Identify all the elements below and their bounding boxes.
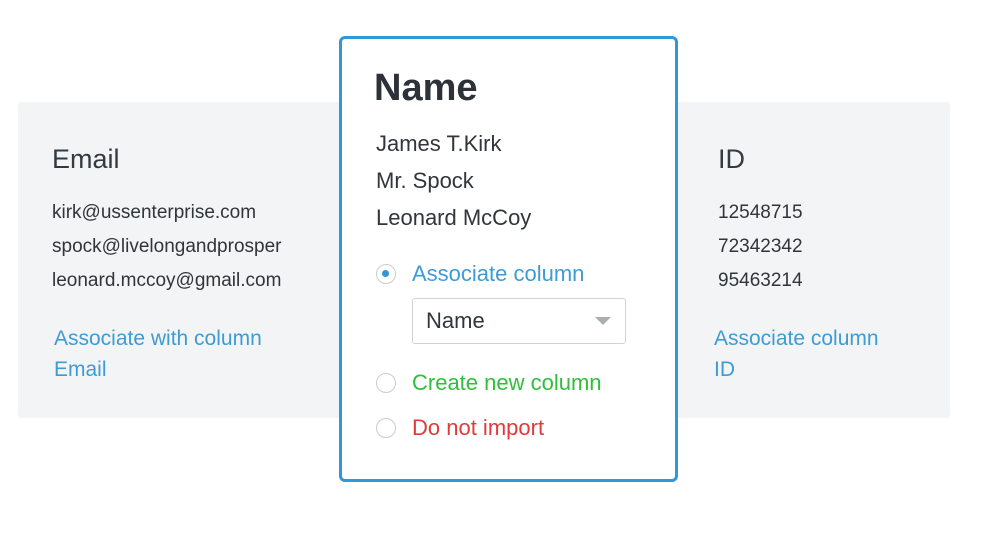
email-value: kirk@ussenterprise.com: [52, 202, 257, 223]
id-column-values: 12548715 72342342 95463214: [718, 196, 803, 298]
associate-column-label[interactable]: Associate column: [412, 261, 584, 287]
create-new-column-option[interactable]: Create new column: [376, 370, 602, 396]
radio-unchecked-icon[interactable]: [376, 418, 396, 438]
email-value: spock@livelongandprosper: [52, 236, 282, 257]
do-not-import-option[interactable]: Do not import: [376, 415, 544, 441]
name-value: James T.Kirk: [376, 131, 502, 156]
associate-email-link-line2[interactable]: Email: [54, 354, 262, 385]
radio-checked-icon[interactable]: [376, 264, 396, 284]
chevron-down-icon: [595, 317, 611, 325]
associate-email-link-line1[interactable]: Associate with column: [54, 323, 262, 354]
create-new-column-label[interactable]: Create new column: [412, 370, 602, 396]
id-value: 95463214: [718, 270, 803, 291]
associate-column-option[interactable]: Associate column: [376, 261, 584, 287]
name-column-card[interactable]: Name James T.Kirk Mr. Spock Leonard McCo…: [339, 36, 678, 482]
column-select-value: Name: [426, 308, 485, 333]
id-value: 72342342: [718, 236, 803, 257]
name-column-values: James T.Kirk Mr. Spock Leonard McCoy: [376, 125, 531, 236]
id-column-title: ID: [718, 144, 745, 174]
email-value: leonard.mccoy@gmail.com: [52, 270, 282, 291]
column-select-dropdown[interactable]: Name: [412, 298, 626, 344]
associate-id-link-line1[interactable]: Associate column: [714, 323, 879, 354]
name-value: Leonard McCoy: [376, 205, 532, 230]
associate-id-link[interactable]: Associate column ID: [714, 323, 879, 385]
id-value: 12548715: [718, 202, 803, 223]
email-column-values: kirk@ussenterprise.com spock@livelongand…: [52, 196, 281, 298]
name-column-title: Name: [374, 67, 478, 109]
import-mapping-view: Email kirk@ussenterprise.com spock@livel…: [0, 0, 1000, 533]
associate-email-link[interactable]: Associate with column Email: [54, 323, 262, 385]
email-column-title: Email: [52, 144, 120, 174]
radio-unchecked-icon[interactable]: [376, 373, 396, 393]
associate-id-link-line2[interactable]: ID: [714, 354, 879, 385]
name-value: Mr. Spock: [376, 168, 474, 193]
do-not-import-label[interactable]: Do not import: [412, 415, 544, 441]
